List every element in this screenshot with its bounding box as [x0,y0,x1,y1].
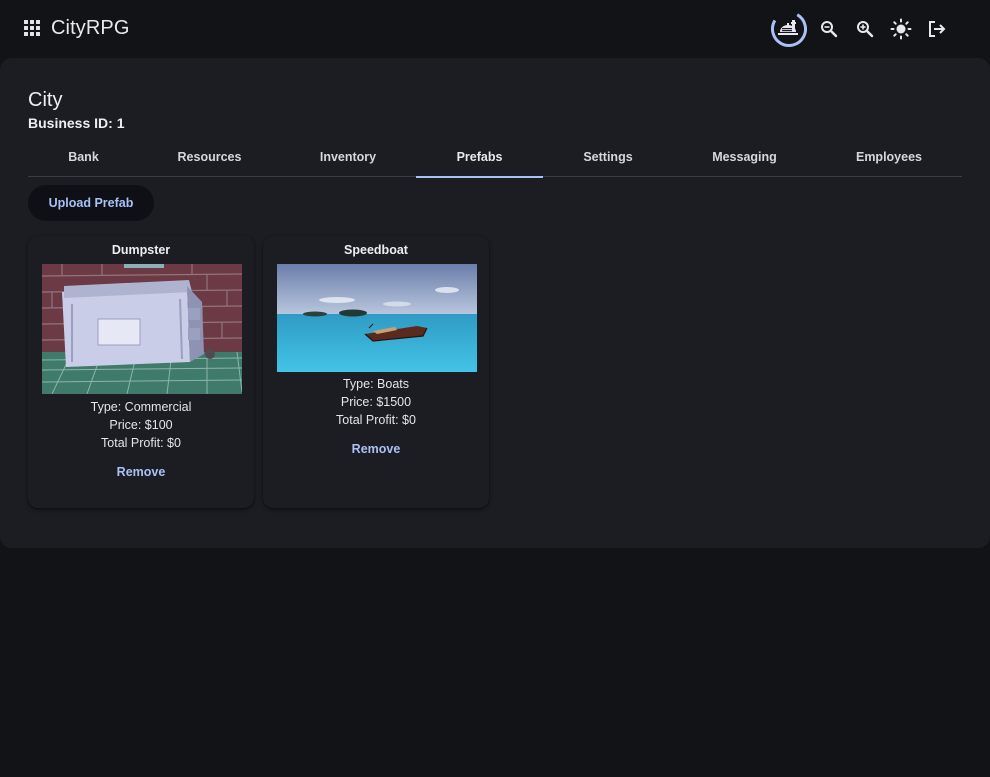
prefab-type: Type: Boats [342,377,409,391]
tab-messaging[interactable]: Messaging [673,137,816,177]
top-app-bar: CityRPG [0,0,990,58]
tab-settings[interactable]: Settings [543,137,673,177]
prefab-details: Type: Boats Price: $1500 Total Profit: $… [263,375,489,429]
business-name: City [28,89,63,111]
prefab-total-profit: Total Profit: $0 [336,413,416,427]
prefab-price: Price: $1500 [340,395,412,409]
prefab-details: Type: Commercial Price: $100 Total Profi… [28,398,254,452]
prefab-card-speedboat: Speedboat Type: Boats Price: $1500 Total… [263,236,489,508]
prefab-name: Speedboat [344,243,408,257]
upload-prefab-button[interactable]: Upload Prefab [28,185,154,221]
prefab-name: Dumpster [111,243,171,257]
prefab-total-profit: Total Profit: $0 [101,436,181,450]
food-tray-icon[interactable] [770,10,808,48]
remove-button[interactable]: Remove [107,461,176,483]
zoom-in-icon[interactable] [856,20,874,38]
tab-inventory[interactable]: Inventory [280,137,416,177]
tab-employees[interactable]: Employees [816,137,962,177]
business-id: Business ID: 1 [28,115,125,131]
apps-icon[interactable] [24,20,42,38]
zoom-out-icon[interactable] [820,20,838,38]
brightness-icon[interactable] [890,18,912,40]
top-actions [770,0,990,58]
prefab-type: Type: Commercial [90,400,192,414]
tab-prefabs[interactable]: Prefabs [416,137,543,178]
tab-resources[interactable]: Resources [139,137,280,177]
app-title: CityRPG [51,17,130,39]
prefab-price: Price: $100 [109,418,173,432]
speedboat-preview-image [277,264,477,372]
remove-button[interactable]: Remove [342,438,411,460]
tab-bar: Bank Resources Inventory Prefabs Setting… [28,137,962,178]
logout-icon[interactable] [927,20,947,38]
dumpster-preview-image [42,264,242,394]
business-card: City Business ID: 1 Bank Resources Inven… [0,58,990,548]
prefab-card-dumpster: Dumpster Type: Commercial Price: $100 To… [28,236,254,508]
tab-bank[interactable]: Bank [28,137,139,177]
